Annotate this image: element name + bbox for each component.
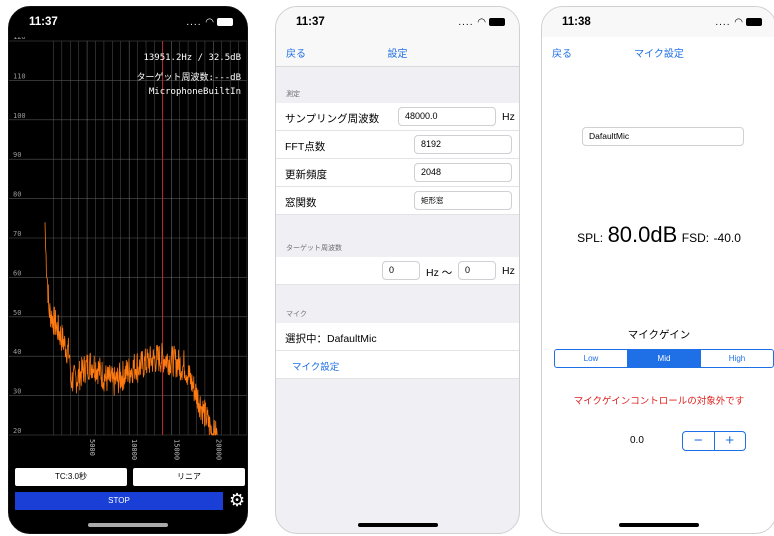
target-readout: ターゲット周波数:---dB — [136, 73, 241, 83]
wifi-icon: ◠ — [477, 17, 487, 28]
frequency-readout: 13951.2Hz / 32.5dB — [143, 53, 241, 63]
status-bar: 11:37 .... ◠ — [9, 7, 247, 37]
section-header-target: ターゲット周波数 — [286, 245, 342, 252]
target-from-input[interactable]: 0 — [382, 261, 420, 280]
signal-icon: .... — [715, 17, 731, 28]
x-tick-label: 5000 — [88, 439, 96, 456]
spl-readout: SPL: 80.0dB FSD: -40.0 — [542, 222, 774, 248]
signal-icon: .... — [186, 17, 202, 28]
gain-option-mid[interactable]: Mid — [628, 350, 701, 367]
y-tick-label: 20 — [13, 427, 21, 435]
y-tick-label: 120 — [13, 37, 26, 41]
gain-title: マイクゲイン — [627, 329, 691, 341]
nav-bar: 戻る 設定 — [276, 37, 519, 67]
battery-icon — [746, 18, 762, 27]
battery-icon — [489, 18, 505, 27]
fsd-label: FSD: — [681, 231, 710, 245]
update-input[interactable]: 2048 — [414, 163, 512, 182]
y-tick-label: 60 — [13, 269, 21, 277]
fft-input[interactable]: 8192 — [414, 135, 512, 154]
y-tick-label: 80 — [13, 191, 21, 199]
gear-icon[interactable]: ⚙ — [229, 490, 245, 510]
scale-button[interactable]: リニア — [133, 468, 245, 486]
gain-option-high[interactable]: High — [701, 350, 773, 367]
mic-settings-row[interactable]: マイク設定 — [276, 351, 519, 379]
spectrum-trace — [44, 222, 218, 436]
wifi-icon: ◠ — [205, 17, 215, 28]
analyzer-screen: 11:37 .... ◠ 120 110 100 90 80 70 60 50 40 30 20 50… — [8, 6, 248, 534]
mic-selected-row: 選択中：DafaultMic — [276, 323, 519, 351]
target-separator: Hz 〜 — [426, 267, 453, 279]
microphone-readout: MicrophoneBuiltIn — [148, 87, 241, 97]
settings-screen: 11:37 .... ◠ 戻る 設定 測定 サンプリング周波数 48000.0 … — [275, 6, 520, 534]
status-time: 11:37 — [29, 16, 58, 28]
spl-label: SPL: — [577, 231, 604, 245]
battery-icon — [217, 18, 233, 27]
section-header-mic: マイク — [286, 311, 307, 318]
spectrum-plot[interactable]: 120 110 100 90 80 70 60 50 40 30 20 5000 10000 15000 2… — [9, 37, 248, 467]
status-time: 11:37 — [296, 16, 325, 28]
sampling-label: サンプリング周波数 — [285, 113, 380, 125]
gain-value: 0.0 — [630, 435, 644, 446]
window-select[interactable]: 矩形窓 — [414, 191, 512, 210]
window-row: 窓関数 矩形窓 — [276, 187, 519, 215]
target-to-input[interactable]: 0 — [458, 261, 496, 280]
mic-selected-label: 選択中：DafaultMic — [285, 333, 377, 345]
y-tick-label: 50 — [13, 309, 21, 317]
time-constant-button[interactable]: TC:3.0秒 — [15, 468, 127, 486]
status-time: 11:38 — [562, 16, 591, 28]
stop-button[interactable]: STOP — [15, 492, 223, 510]
update-row: 更新頻度 2048 — [276, 159, 519, 187]
update-label: 更新頻度 — [285, 169, 327, 181]
x-tick-label: 20000 — [214, 439, 222, 460]
gain-segmented-control: Low Mid High — [554, 349, 774, 368]
x-tick-label: 15000 — [172, 439, 180, 460]
mic-section: 選択中：DafaultMic マイク設定 — [276, 323, 519, 379]
spl-value: 80.0dB — [607, 222, 678, 247]
status-icons: .... ◠ — [715, 17, 762, 28]
y-tick-label: 30 — [13, 388, 21, 396]
mic-name-input[interactable]: DafaultMic — [582, 127, 744, 146]
home-indicator[interactable] — [357, 523, 438, 527]
page-title: 設定 — [387, 49, 408, 60]
page-title: マイク設定 — [634, 49, 684, 60]
window-label: 窓関数 — [285, 197, 317, 209]
status-bar: 11:37 .... ◠ — [276, 7, 519, 37]
gain-option-low[interactable]: Low — [555, 350, 628, 367]
sampling-unit: Hz — [502, 111, 515, 123]
sampling-row: サンプリング周波数 48000.0 Hz — [276, 103, 519, 131]
y-tick-label: 110 — [13, 72, 26, 80]
target-unit: Hz — [502, 265, 515, 277]
y-tick-label: 70 — [13, 230, 21, 238]
target-section: 0 Hz 〜 0 Hz — [276, 257, 519, 285]
fft-row: FFT点数 8192 — [276, 131, 519, 159]
y-tick-label: 90 — [13, 151, 21, 159]
y-tick-label: 100 — [13, 112, 26, 120]
home-indicator[interactable] — [88, 523, 168, 527]
minus-button[interactable]: − — [683, 432, 715, 450]
home-indicator[interactable] — [619, 523, 699, 527]
status-icons: .... ◠ — [458, 17, 505, 28]
gain-warning: マイクゲインコントロールの対象外です — [573, 396, 745, 407]
signal-icon: .... — [458, 17, 474, 28]
mic-settings-screen: 11:38 .... ◠ 戻る マイク設定 DafaultMic SPL: 80… — [541, 6, 774, 534]
mic-settings-link[interactable]: マイク設定 — [292, 359, 339, 373]
fsd-value: -40.0 — [713, 231, 741, 245]
plus-button[interactable]: + — [715, 432, 746, 450]
measure-section: サンプリング周波数 48000.0 Hz FFT点数 8192 更新頻度 204… — [276, 103, 519, 215]
status-icons: .... ◠ — [186, 17, 233, 28]
fft-label: FFT点数 — [285, 141, 326, 153]
sampling-input[interactable]: 48000.0 — [398, 107, 496, 126]
y-tick-label: 40 — [13, 348, 21, 356]
status-bar: 11:38 .... ◠ — [542, 7, 774, 37]
nav-bar: 戻る マイク設定 — [542, 37, 774, 67]
target-row: 0 Hz 〜 0 Hz — [276, 257, 519, 285]
x-tick-label: 10000 — [130, 439, 138, 460]
wifi-icon: ◠ — [734, 17, 744, 28]
gain-stepper: − + — [682, 431, 746, 451]
section-header-measure: 測定 — [286, 91, 300, 98]
